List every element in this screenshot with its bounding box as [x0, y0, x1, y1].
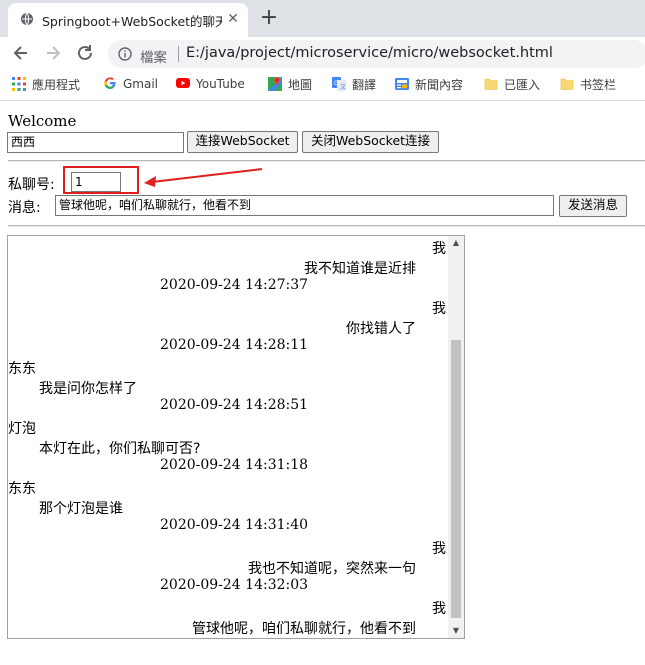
bookmark-youtube[interactable]: YouTube	[176, 76, 245, 94]
message-text: 你找错人了	[346, 321, 416, 337]
close-tab-icon[interactable]: ✕	[226, 12, 240, 26]
scrollbar-thumb[interactable]	[451, 340, 461, 618]
message-text: 那个灯泡是谁	[39, 501, 123, 517]
youtube-icon	[176, 78, 190, 88]
back-icon[interactable]	[10, 42, 32, 64]
maps-icon	[268, 77, 282, 91]
address-bar[interactable]: 檔案 E:/java/project/microservice/micro/we…	[108, 40, 645, 68]
bookmark-translate[interactable]: G 文 翻譯	[332, 76, 376, 94]
bookmark-label: YouTube	[196, 77, 245, 91]
close-websocket-button[interactable]: 关闭WebSocket连接	[302, 131, 439, 153]
bookmark-bar-folder[interactable]: 书签栏	[560, 76, 616, 94]
message-sender: 我	[432, 301, 446, 317]
message-text: 我不知道谁是近排	[304, 261, 416, 277]
message-text: 本灯在此，你们私聊可否?	[39, 441, 201, 457]
bookmark-label: 地圖	[288, 78, 313, 92]
bookmark-imported[interactable]: 已匯入	[484, 76, 540, 94]
bookmarks-bar: 應用程式 Gmail YouTube 地圖 G 文 翻譯 新聞內容 已匯入 书签…	[0, 70, 645, 101]
translate-icon: G 文	[332, 77, 346, 91]
message-time: 2020-09-24 14:31:40	[160, 517, 309, 533]
reload-icon[interactable]	[74, 42, 96, 64]
message-sender: 东东	[8, 361, 36, 377]
connect-websocket-button[interactable]: 连接WebSocket	[187, 131, 298, 153]
message-input[interactable]: 管球他呢，咱们私聊就行，他看不到	[55, 195, 554, 216]
bookmark-label: 书签栏	[580, 78, 617, 92]
bookmark-label: 新聞內容	[415, 78, 464, 92]
scroll-up-icon[interactable]: ▲	[448, 236, 464, 250]
message-time: 2020-09-24 14:28:51	[160, 397, 309, 413]
message-label: 消息:	[8, 200, 41, 216]
divider	[8, 160, 645, 162]
address-separator	[178, 46, 179, 62]
google-icon	[104, 77, 116, 89]
browser-toolbar: 檔案 E:/java/project/microservice/micro/we…	[0, 37, 645, 70]
svg-text:文: 文	[340, 83, 346, 91]
message-sender: 我	[432, 241, 446, 257]
username-input[interactable]: 西西	[7, 132, 184, 153]
message-sender: 东东	[8, 481, 36, 497]
bookmark-label: 已匯入	[504, 78, 541, 92]
message-sender: 我	[432, 601, 446, 617]
private-chat-label: 私聊号:	[8, 177, 55, 193]
annotation-arrow-icon	[144, 168, 263, 187]
divider	[8, 225, 645, 227]
file-scheme-label: 檔案	[140, 50, 167, 66]
message-log-scrollbar[interactable]: ▲ ▼	[448, 236, 464, 638]
bookmark-apps[interactable]: 應用程式	[12, 76, 80, 94]
message-text: 我也不知道呢，突然来一句	[248, 561, 416, 577]
message-sender: 我	[432, 541, 446, 557]
message-sender: 灯泡	[8, 421, 36, 437]
message-time: 2020-09-24 14:32:03	[160, 577, 309, 593]
bookmark-label: 翻譯	[352, 78, 377, 92]
folder-icon	[560, 78, 574, 90]
private-chat-id-input[interactable]: 1	[71, 172, 121, 192]
message-time: 2020-09-24 14:31:18	[160, 457, 309, 473]
message-time: 2020-09-24 14:27:37	[160, 277, 309, 293]
message-time: 2020-09-24 14:28:11	[160, 337, 309, 353]
forward-icon[interactable]	[42, 42, 64, 64]
apps-icon	[12, 77, 26, 91]
message-log[interactable]: 我 我不知道谁是近排 2020-09-24 14:27:37 我 你找错人了 2…	[7, 235, 465, 639]
page-content: Welcome 西西 连接WebSocket 关闭WebSocket连接 私聊号…	[0, 100, 645, 665]
welcome-text: Welcome	[8, 112, 77, 130]
tab-title: Springboot+WebSocket的聊天	[42, 14, 222, 29]
new-tab-button[interactable]: +	[258, 7, 280, 30]
info-icon[interactable]	[118, 47, 132, 61]
news-icon	[395, 78, 409, 90]
bookmark-news[interactable]: 新聞內容	[395, 76, 463, 94]
browser-tab[interactable]: Springboot+WebSocket的聊天 ✕	[8, 3, 248, 37]
bookmark-gmail[interactable]: Gmail	[103, 76, 158, 94]
bookmark-label: Gmail	[123, 77, 159, 91]
bookmark-maps[interactable]: 地圖	[268, 76, 312, 94]
message-text: 管球他呢，咱们私聊就行，他看不到	[192, 621, 416, 637]
send-message-button[interactable]: 发送消息	[559, 195, 627, 217]
message-text: 我是问你怎样了	[39, 381, 137, 397]
tab-strip: Springboot+WebSocket的聊天 ✕ +	[0, 0, 645, 37]
folder-icon	[484, 78, 498, 90]
svg-text:G: G	[334, 81, 339, 87]
bookmark-label: 應用程式	[32, 78, 81, 92]
globe-icon	[21, 12, 33, 26]
scroll-down-icon[interactable]: ▼	[448, 624, 464, 638]
url-text[interactable]: E:/java/project/microservice/micro/webso…	[186, 45, 553, 61]
